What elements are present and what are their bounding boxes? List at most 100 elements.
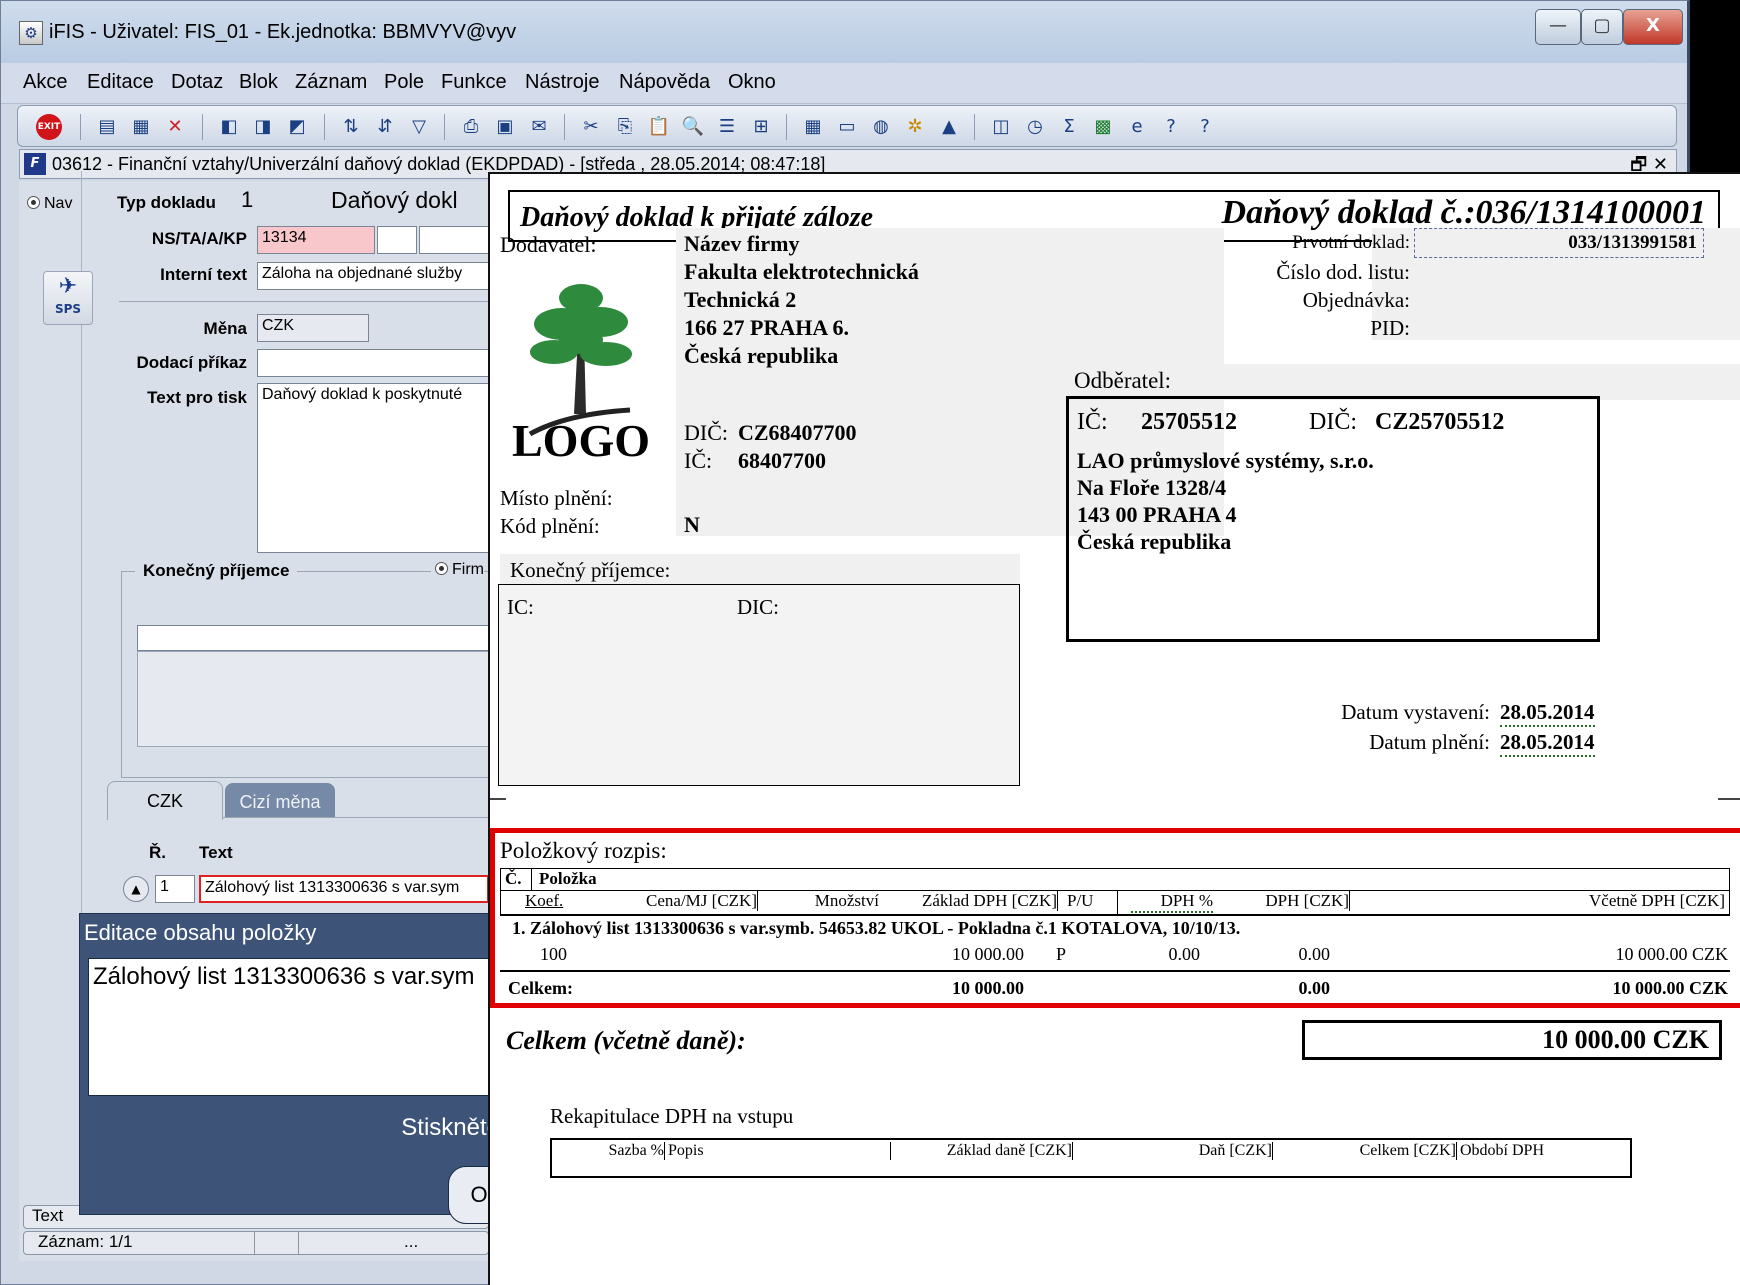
delete-record-icon[interactable]: ✕ (162, 114, 188, 140)
radio-dot-icon (435, 562, 448, 575)
dic-label: DIČ: (684, 420, 728, 445)
ns-field-2[interactable] (377, 226, 417, 254)
rekap-col-obdobi: Období DPH (1460, 1142, 1545, 1159)
mail-icon[interactable]: ✉ (526, 114, 552, 140)
celkem-vcetne: 10 000.00 CZK (1612, 978, 1728, 998)
toolbar-separator (974, 114, 975, 140)
tools-icon[interactable]: ✲ (902, 114, 928, 140)
firm-radio[interactable]: Firm (431, 561, 484, 579)
menu-okno[interactable]: Okno (728, 71, 776, 94)
customer-line: Na Floře 1328/4 (1077, 475, 1227, 500)
excel-icon[interactable]: ▩ (1090, 114, 1116, 140)
celkem-label: Celkem: (508, 978, 573, 998)
customer-dic-label: DIČ: (1309, 409, 1357, 435)
supplier-block: Název firmy Fakulta elektrotechnická Tec… (684, 230, 919, 370)
supplier-line: Fakulta elektrotechnická (684, 259, 919, 284)
sum-icon[interactable]: Σ (1056, 114, 1082, 140)
kod-value: N (684, 512, 700, 537)
title-bar: ⚙ iFIS - Uživatel: FIS_01 - Ek.jednotka:… (1, 1, 1687, 64)
customer-line: LAO průmyslové systémy, s.r.o. (1077, 448, 1374, 473)
globe-icon[interactable]: ◍ (868, 114, 894, 140)
minimize-button[interactable]: — (1535, 9, 1581, 45)
kp-dic-label: DIC: (737, 595, 779, 619)
mountain-icon[interactable]: ▲ (936, 114, 962, 140)
menu-nastroje[interactable]: Nástroje (525, 71, 599, 94)
window-title: iFIS - Uživatel: FIS_01 - Ek.jednotka: B… (49, 21, 517, 43)
mena-field[interactable]: CZK (257, 314, 369, 342)
tree-icon[interactable]: ⊞ (748, 114, 774, 140)
menu-editace[interactable]: Editace (87, 71, 154, 94)
invoice-heading-right: Daňový doklad č.:036/1314100001 (1221, 194, 1706, 231)
document-icon[interactable]: ▭ (834, 114, 860, 140)
konecny-field[interactable] (137, 625, 489, 651)
menu-blok[interactable]: Blok (239, 71, 278, 94)
ns-field-3[interactable] (419, 226, 489, 254)
menu-dotaz[interactable]: Dotaz (171, 71, 223, 94)
sort-asc-icon[interactable]: ⇅ (338, 114, 364, 140)
query-execute-icon[interactable]: ◨ (250, 114, 276, 140)
logo-text: LOGO (512, 415, 651, 466)
kod-label: Kód plnění: (500, 514, 600, 538)
sort-desc-icon[interactable]: ⇵ (372, 114, 398, 140)
query-cancel-icon[interactable]: ◩ (284, 114, 310, 140)
row-text-field[interactable]: Zálohový list 1313300636 s var.sym (199, 875, 489, 903)
odberatel-label: Odběratel: (1074, 368, 1172, 393)
print-preview-icon[interactable]: ▣ (492, 114, 518, 140)
rekap-col-dan: Daň [CZK] (1076, 1142, 1273, 1160)
row-number-field[interactable]: 1 (155, 875, 195, 903)
scroll-up-icon[interactable]: ▲ (123, 876, 149, 902)
nav-radio[interactable]: Nav (27, 195, 72, 213)
nav-label: Nav (44, 195, 73, 212)
col-dph-pct: DPH % (1131, 891, 1213, 913)
col-pu: P/U (1067, 891, 1094, 910)
duplicate-record-icon[interactable]: ▦ (128, 114, 154, 140)
insert-record-icon[interactable]: ▤ (94, 114, 120, 140)
paste-icon[interactable]: 📋 (646, 114, 672, 140)
col-zaklad: Základ DPH [CZK] (881, 891, 1058, 911)
close-button[interactable]: X (1623, 9, 1683, 45)
help-icon[interactable]: ? (1158, 114, 1184, 140)
item-koef: 100 (540, 944, 567, 964)
app-icon: ⚙ (19, 21, 43, 45)
find-icon[interactable]: 🔍 (680, 114, 706, 140)
menu-zaznam[interactable]: Záznam (295, 71, 367, 94)
interni-field[interactable]: Záloha na objednané služby (257, 262, 489, 290)
filter-icon[interactable]: ▽ (406, 114, 432, 140)
ic-label: IČ: (684, 448, 713, 473)
customer-address: LAO průmyslové systémy, s.r.o. Na Floře … (1077, 447, 1374, 555)
cislo-dod-label: Číslo dod. listu: (1276, 260, 1410, 284)
celkem-dane-label: Celkem (včetně daně): (506, 1026, 746, 1055)
exit-icon[interactable]: EXIT (36, 114, 62, 140)
chart-icon[interactable]: ◫ (988, 114, 1014, 140)
query-enter-icon[interactable]: ◧ (216, 114, 242, 140)
popup-text-area[interactable]: Zálohový list 1313300636 s var.sym (88, 958, 500, 1096)
ns-field[interactable]: 13134 (257, 226, 375, 254)
menu-funkce[interactable]: Funkce (441, 71, 507, 94)
item-zaklad: 10 000.00 (952, 944, 1024, 964)
supplier-line: Česká republika (684, 343, 839, 368)
dodaci-field[interactable] (257, 349, 489, 377)
maximize-button[interactable]: ▢ (1581, 9, 1623, 45)
copy-icon[interactable]: ⎘ (612, 114, 638, 140)
tisk-field[interactable]: Daňový doklad k poskytnuté (257, 383, 489, 553)
menu-napoveda[interactable]: Nápověda (619, 71, 710, 94)
col-cena: Cena/MJ [CZK] (581, 891, 758, 911)
col-text-header: Text (199, 843, 233, 862)
context-help-icon[interactable]: ? (1192, 114, 1218, 140)
sps-button[interactable]: ✈ SPS (43, 271, 93, 325)
rekap-heading: Rekapitulace DPH na vstupu (550, 1104, 794, 1128)
print-icon[interactable]: ⎙ (458, 114, 484, 140)
tab-cizi-mena[interactable]: Cizí měna (225, 783, 335, 817)
menu-pole[interactable]: Pole (384, 71, 424, 94)
cut-icon[interactable]: ✂ (578, 114, 604, 140)
clock-icon[interactable]: ◷ (1022, 114, 1048, 140)
popup-hint: Stiskněte (401, 1114, 500, 1141)
browser-icon[interactable]: e (1124, 114, 1150, 140)
tab-czk[interactable]: CZK (107, 781, 223, 820)
dodaci-label: Dodací příkaz (136, 353, 247, 372)
list-icon[interactable]: ☰ (714, 114, 740, 140)
calendar-icon[interactable]: ▦ (800, 114, 826, 140)
menu-akce[interactable]: Akce (23, 71, 67, 94)
col-divider (531, 869, 532, 891)
interni-label: Interní text (160, 265, 247, 284)
